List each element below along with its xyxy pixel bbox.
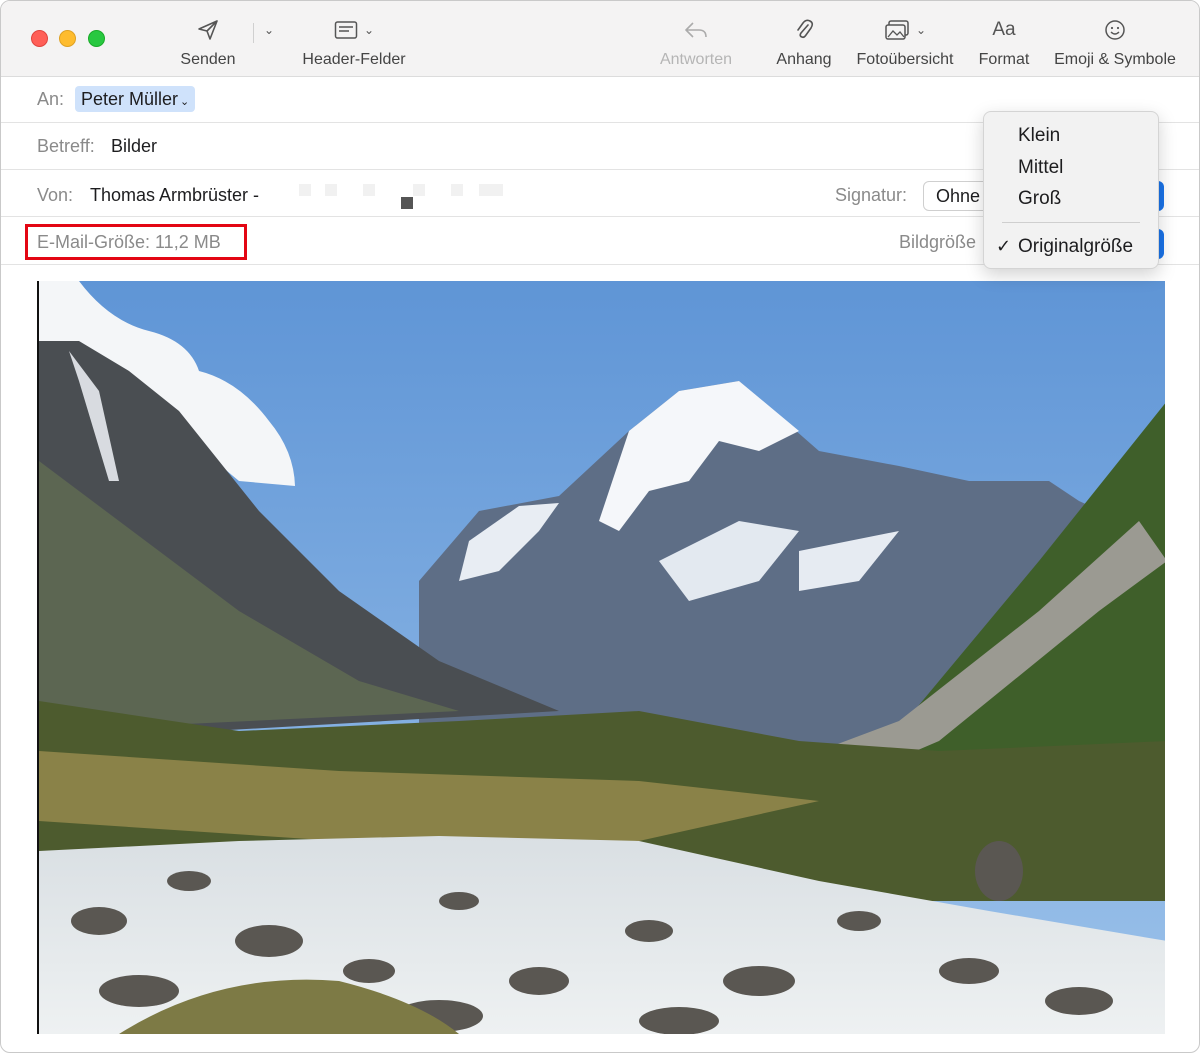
- mountain-photo: [39, 281, 1165, 1034]
- from-value[interactable]: Thomas Armbrüster -: [90, 185, 259, 206]
- from-label: Von:: [37, 185, 74, 205]
- send-label: Senden: [180, 51, 236, 68]
- menu-item-gross[interactable]: Groß: [1018, 188, 1061, 210]
- signature-label: Signatur:: [835, 185, 908, 205]
- checkmark-icon: ✓: [996, 236, 1012, 256]
- recipient-token[interactable]: Peter Müller ⌄: [75, 86, 196, 112]
- minimize-window-button[interactable]: [59, 30, 76, 47]
- header-fields-label: Header-Felder: [302, 51, 406, 68]
- mail-compose-window: Senden ⌄ ⌄ Header-Felder Antworten Anhan…: [0, 0, 1200, 1053]
- smiley-icon: [1105, 20, 1125, 40]
- format-label: Format: [978, 51, 1030, 68]
- header-fields-button[interactable]: ⌄ Header-Felder: [297, 15, 411, 69]
- chevron-down-icon: ⌄: [180, 96, 190, 108]
- image-size-label: Bildgröße: [899, 232, 977, 252]
- close-window-button[interactable]: [31, 30, 48, 47]
- subject-label: Betreff:: [37, 136, 95, 156]
- send-button[interactable]: Senden: [177, 15, 239, 69]
- image-size-menu: Klein Mittel Groß ✓ Originalgröße: [983, 111, 1159, 269]
- emoji-symbols-button[interactable]: Emoji & Symbole: [1049, 15, 1181, 69]
- signature-value: Ohne: [936, 186, 981, 206]
- reply-arrow-icon: [685, 22, 707, 38]
- menu-item-klein[interactable]: Klein: [1018, 125, 1060, 147]
- toolbar: Senden ⌄ ⌄ Header-Felder Antworten Anhan…: [1, 1, 1199, 77]
- photo-browser-label: Fotoübersicht: [856, 51, 954, 68]
- recipient-name: Peter Müller: [81, 89, 179, 109]
- chevron-down-icon: ⌄: [363, 23, 375, 37]
- chevron-down-icon: ⌄: [263, 23, 275, 37]
- attachment-label: Anhang: [776, 51, 832, 68]
- paper-plane-icon: [198, 20, 218, 40]
- reply-label: Antworten: [659, 51, 733, 68]
- to-label: An:: [37, 89, 65, 109]
- zoom-window-button[interactable]: [88, 30, 105, 47]
- send-options-button[interactable]: ⌄: [259, 15, 279, 45]
- redacted-address: [297, 184, 507, 214]
- photo-browser-button[interactable]: ⌄ Fotoübersicht: [851, 15, 959, 69]
- format-button[interactable]: Aa Format: [975, 15, 1033, 69]
- chevron-down-icon: ⌄: [915, 23, 927, 37]
- menu-item-originalgroesse[interactable]: Originalgröße: [1018, 236, 1133, 258]
- menu-item-mittel[interactable]: Mittel: [1018, 157, 1063, 179]
- subject-input[interactable]: Bilder: [111, 136, 157, 157]
- photos-icon: [885, 20, 909, 40]
- format-icon: Aa: [992, 19, 1016, 40]
- menu-separator: [1002, 222, 1140, 223]
- reply-button[interactable]: Antworten: [655, 15, 737, 69]
- email-size-highlight-box: [25, 224, 247, 260]
- attached-photo[interactable]: [37, 281, 1165, 1034]
- header-fields-icon: [334, 21, 358, 39]
- emoji-symbols-label: Emoji & Symbole: [1054, 51, 1176, 68]
- toolbar-separator: [253, 23, 254, 43]
- attachment-button[interactable]: Anhang: [773, 15, 835, 69]
- paperclip-icon: [797, 19, 814, 39]
